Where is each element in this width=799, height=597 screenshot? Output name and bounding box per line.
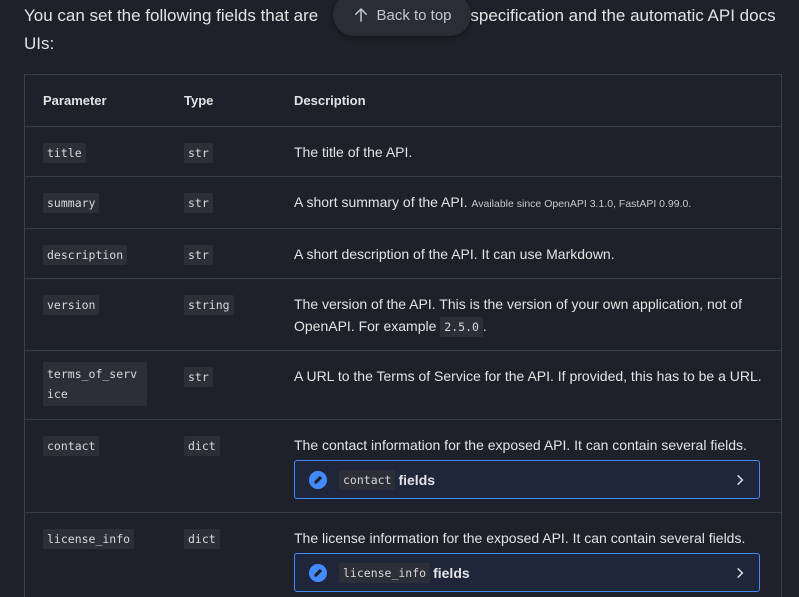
param-name: version	[43, 295, 100, 315]
param-name: title	[43, 143, 86, 163]
param-name: contact	[43, 436, 100, 456]
table-row: description str A short description of t…	[25, 228, 781, 279]
param-description: The contact information for the exposed …	[294, 437, 747, 453]
back-to-top-button[interactable]: Back to top	[333, 0, 471, 36]
param-type: str	[184, 143, 213, 163]
parameters-table: Parameter Type Description title str The…	[25, 75, 781, 597]
docs-page: You can set the following fields that ar…	[0, 0, 799, 597]
param-description: The license information for the exposed …	[294, 530, 746, 546]
header-parameter: Parameter	[25, 75, 184, 127]
pencil-icon	[309, 470, 327, 489]
expander-label: fields	[433, 564, 470, 581]
table-row: terms_of_service str A URL to the Terms …	[25, 350, 781, 420]
expander-label: fields	[398, 471, 436, 488]
param-description: A short description of the API. It can u…	[294, 246, 615, 262]
expander-code: contact	[339, 469, 396, 490]
param-name: description	[43, 245, 128, 265]
table-row: version string The version of the API. T…	[25, 278, 781, 351]
param-type: dict	[184, 436, 220, 456]
param-name: terms_of_service	[43, 362, 147, 406]
chevron-right-icon	[737, 567, 744, 578]
expander-code: license_info	[339, 562, 431, 583]
table-row: summary str A short summary of the API. …	[25, 176, 781, 229]
header-type: Type	[184, 75, 294, 127]
license-info-fields-expander[interactable]: license_info fields	[294, 553, 760, 592]
table-header-row: Parameter Type Description	[25, 75, 781, 127]
availability-note: Available since OpenAPI 3.1.0, FastAPI 0…	[471, 198, 692, 210]
param-description: A URL to the Terms of Service for the AP…	[294, 368, 762, 384]
arrow-up-icon	[355, 8, 368, 22]
param-type: str	[184, 245, 213, 265]
contact-fields-expander[interactable]: contact fields	[294, 460, 760, 499]
intro-text-start: You can set the following fields that ar…	[24, 6, 319, 25]
table-row: title str The title of the API.	[25, 126, 781, 177]
param-description: The title of the API.	[294, 144, 413, 160]
table-row: contact dict The contact information for…	[25, 419, 781, 513]
param-description: The version of the API. This is the vers…	[294, 296, 742, 334]
header-description: Description	[294, 75, 781, 127]
param-name: license_info	[43, 529, 135, 549]
version-example: 2.5.0	[440, 317, 483, 337]
back-to-top-label: Back to top	[376, 6, 452, 24]
description-end: .	[482, 318, 487, 334]
table-row: license_info dict The license informatio…	[25, 512, 781, 597]
param-type: dict	[184, 529, 220, 549]
pencil-icon	[309, 563, 327, 582]
param-description: A short summary of the API.	[294, 194, 468, 210]
param-type: string	[184, 295, 234, 315]
parameters-table-container: Parameter Type Description title str The…	[24, 74, 782, 597]
param-name: summary	[43, 193, 100, 213]
param-type: str	[184, 367, 213, 387]
chevron-right-icon	[737, 474, 744, 485]
param-type: str	[184, 193, 213, 213]
